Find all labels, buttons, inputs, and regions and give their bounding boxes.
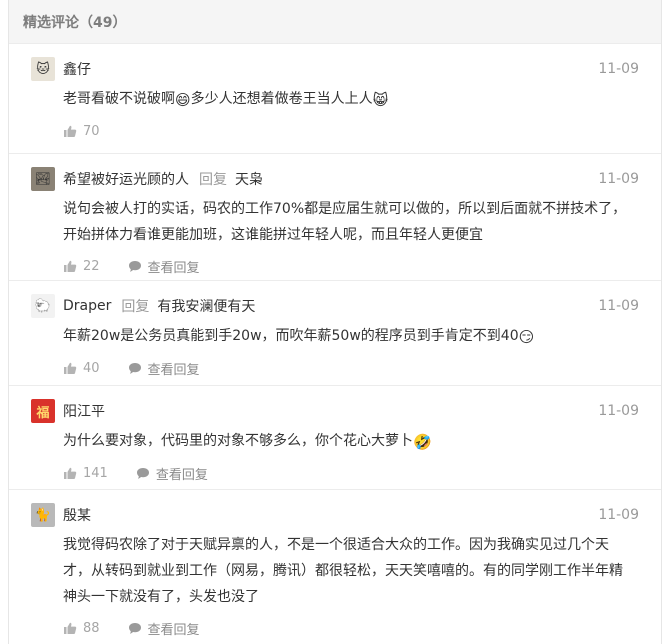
- comment-date: 11-09: [598, 61, 639, 77]
- avatar[interactable]: 🐑: [31, 294, 55, 318]
- comment-item: 🐈 殷某 11-09 我觉得码农除了对于天赋异禀的人，不是一个很适合大众的工作。…: [9, 490, 661, 642]
- comment-item: 🐱 鑫仔 11-09 老哥看破不说破啊😄多少人还想着做卷王当人上人😸 70: [9, 44, 661, 154]
- comment-item: 福 阳江平 11-09 为什么要对象，代码里的对象不够多么，你个花心大萝卜🤣 1…: [9, 386, 661, 490]
- view-replies-label: 查看回复: [147, 260, 200, 276]
- like-button[interactable]: 88: [63, 621, 100, 636]
- speech-bubble-icon: [128, 622, 141, 634]
- comment-author[interactable]: 希望被好运光顾的人: [63, 169, 189, 189]
- thumbs-up-icon: [64, 260, 77, 272]
- like-button[interactable]: 40: [63, 361, 100, 376]
- cat-emoji-icon: 😸: [372, 91, 389, 109]
- reply-target-user[interactable]: 天枭: [235, 169, 263, 189]
- comment-author[interactable]: 殷某: [63, 505, 91, 525]
- comment-date: 11-09: [598, 403, 639, 419]
- comment-author[interactable]: 鑫仔: [63, 59, 91, 79]
- comment-author[interactable]: Draper: [63, 298, 111, 314]
- comment-date: 11-09: [598, 171, 639, 187]
- reply-label: 回复: [199, 172, 227, 188]
- thumbs-up-icon: [64, 362, 77, 374]
- comments-header: 精选评论（49）: [9, 0, 661, 44]
- avatar[interactable]: 🐱: [31, 57, 55, 81]
- comment-list: 🐱 鑫仔 11-09 老哥看破不说破啊😄多少人还想着做卷王当人上人😸 70 🏞 …: [9, 44, 661, 642]
- like-count: 141: [83, 465, 108, 481]
- view-replies-label: 查看回复: [147, 362, 200, 378]
- view-replies-button[interactable]: 查看回复: [128, 619, 200, 638]
- comment-item: 🏞 希望被好运光顾的人 回复 天枭 11-09 说句会被人打的实话，码农的工作7…: [9, 154, 661, 281]
- smirk-emoji-icon: 😏: [518, 328, 535, 346]
- avatar[interactable]: 🐈: [31, 503, 55, 527]
- avatar[interactable]: 🏞: [31, 167, 55, 191]
- thumbs-up-icon: [64, 125, 77, 137]
- rofl-emoji-icon: 🤣: [413, 433, 432, 451]
- comment-author[interactable]: 阳江平: [63, 401, 105, 421]
- comment-item: 🐑 Draper 回复 有我安澜便有天 11-09 年薪20w是公务员真能到手2…: [9, 281, 661, 386]
- like-count: 22: [83, 258, 100, 274]
- speech-bubble-icon: [136, 467, 149, 479]
- avatar[interactable]: 福: [31, 399, 55, 423]
- like-count: 88: [83, 620, 100, 636]
- reply-target-user[interactable]: 有我安澜便有天: [157, 296, 255, 316]
- thumbs-up-icon: [64, 622, 77, 634]
- view-replies-button[interactable]: 查看回复: [136, 464, 208, 483]
- view-replies-button[interactable]: 查看回复: [128, 359, 200, 378]
- laugh-emoji-icon: 😄: [175, 91, 191, 109]
- reply-label: 回复: [121, 299, 150, 315]
- view-replies-label: 查看回复: [147, 622, 200, 638]
- like-count: 40: [83, 360, 100, 376]
- comment-text: 年薪20w是公务员真能到手20w，而吹年薪50w的程序员到手肯定不到40😏: [63, 323, 639, 350]
- comment-date: 11-09: [598, 507, 639, 523]
- comments-title: 精选评论（49）: [23, 14, 127, 31]
- speech-bubble-icon: [128, 362, 141, 374]
- thumbs-up-icon: [64, 467, 77, 479]
- like-button[interactable]: 22: [63, 259, 100, 274]
- like-button[interactable]: 141: [63, 466, 108, 481]
- comment-date: 11-09: [598, 298, 639, 314]
- comments-panel: 精选评论（49） 🐱 鑫仔 11-09 老哥看破不说破啊😄多少人还想着做卷王当人…: [8, 0, 662, 644]
- like-button[interactable]: 70: [63, 124, 100, 139]
- comment-text: 说句会被人打的实话，码农的工作70%都是应届生就可以做的，所以到后面就不拼技术了…: [63, 201, 627, 243]
- speech-bubble-icon: [128, 260, 141, 272]
- comment-text: 老哥看破不说破啊😄多少人还想着做卷王当人上人😸: [63, 86, 639, 113]
- view-replies-label: 查看回复: [155, 467, 208, 483]
- comment-text: 为什么要对象，代码里的对象不够多么，你个花心大萝卜🤣: [63, 428, 639, 455]
- comment-text: 我觉得码农除了对于天赋异禀的人，不是一个很适合大众的工作。因为我确实见过几个天才…: [63, 537, 623, 605]
- like-count: 70: [83, 123, 100, 139]
- view-replies-button[interactable]: 查看回复: [128, 257, 200, 276]
